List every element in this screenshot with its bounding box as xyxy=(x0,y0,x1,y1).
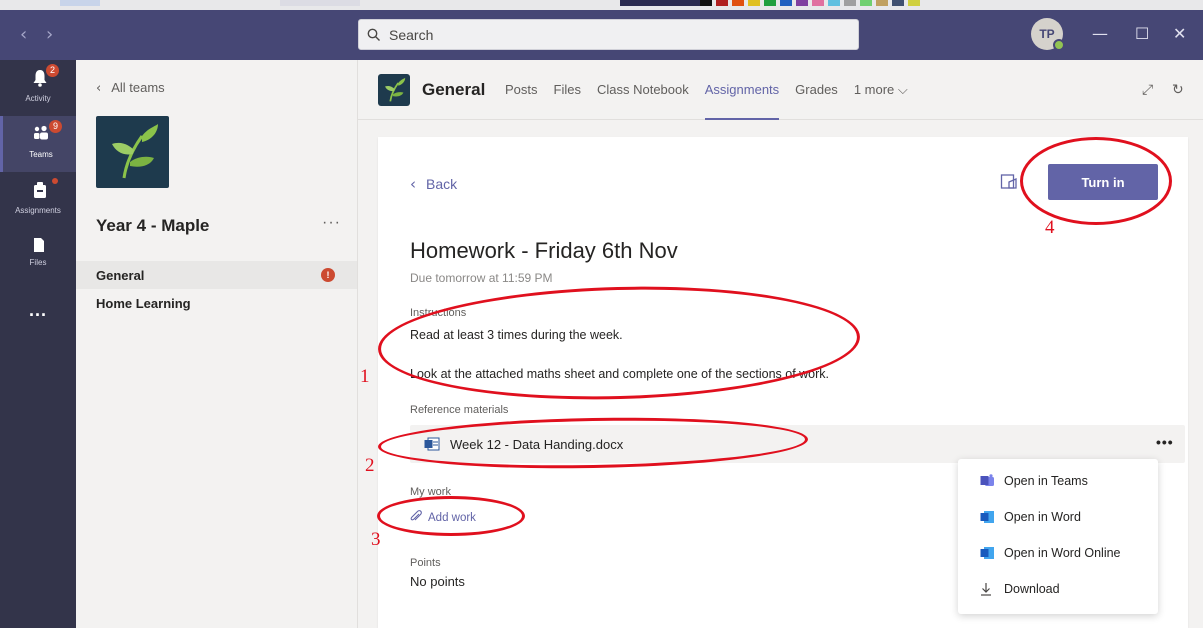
close-icon[interactable]: ✕ xyxy=(1173,24,1186,43)
back-button[interactable]: ‹ Back xyxy=(410,175,457,193)
search-placeholder: Search xyxy=(389,27,434,43)
all-teams-link[interactable]: ‹ All teams xyxy=(96,80,165,96)
channel-title: General xyxy=(422,80,486,99)
search-input[interactable]: Search xyxy=(358,19,859,50)
teams-badge: 9 xyxy=(49,120,62,133)
file-options-menu: Open in Teams Open in Word Open in Word … xyxy=(958,459,1158,614)
chevron-left-icon: ‹ xyxy=(96,81,102,96)
all-teams-label: All teams xyxy=(111,80,165,95)
points-label: Points xyxy=(410,557,441,569)
back-label: Back xyxy=(426,176,458,192)
tab-assignments[interactable]: Assignments xyxy=(704,82,780,120)
rail-label: Teams xyxy=(29,150,53,159)
team-name: Year 4 - Maple xyxy=(96,216,210,235)
refresh-icon[interactable]: ↻ xyxy=(1172,82,1184,98)
assignments-icon xyxy=(34,182,46,198)
leaf-icon xyxy=(112,124,158,179)
channel-home-learning[interactable]: Home Learning xyxy=(76,289,357,317)
back-arrow-icon[interactable]: ‹ xyxy=(20,24,27,45)
word-online-icon xyxy=(980,547,994,559)
channel-label: Home Learning xyxy=(96,296,191,311)
tab-files[interactable]: Files xyxy=(554,82,581,120)
due-date: Due tomorrow at 11:59 PM xyxy=(410,271,553,285)
menu-item-download[interactable]: Download xyxy=(958,571,1158,607)
annotation-number: 2 xyxy=(365,455,375,476)
annotation-number: 1 xyxy=(360,366,370,387)
menu-item-label: Download xyxy=(1004,582,1060,596)
rail-item-activity[interactable]: 2 Activity xyxy=(0,60,76,116)
rail-label: Activity xyxy=(25,94,51,103)
assignment-title: Homework - Friday 6th Nov xyxy=(410,238,678,263)
channel-header: General Posts Files Class Notebook Assig… xyxy=(358,60,1203,120)
menu-item-open-in-teams[interactable]: Open in Teams xyxy=(958,463,1158,499)
tab-grades[interactable]: Grades xyxy=(795,82,838,120)
download-icon xyxy=(981,583,991,596)
menu-item-label: Open in Word Online xyxy=(1004,546,1121,560)
word-app-icon xyxy=(980,511,994,523)
menu-item-label: Open in Word xyxy=(1004,510,1081,524)
tab-posts[interactable]: Posts xyxy=(505,82,538,120)
menu-item-open-in-word-online[interactable]: Open in Word Online xyxy=(958,535,1158,571)
channel-tabs: Posts Files Class Notebook Assignments G… xyxy=(505,82,924,120)
expand-icon[interactable]: ⤢ xyxy=(1142,82,1153,98)
rail-item-teams[interactable]: 9 Teams xyxy=(0,116,76,172)
team-sidebar: ‹ All teams Year 4 - Maple ··· General ! … xyxy=(76,60,358,628)
annotation-number: 4 xyxy=(1045,217,1055,238)
channel-general[interactable]: General ! xyxy=(76,261,357,289)
maximize-icon[interactable]: ☐ xyxy=(1135,24,1149,43)
rail-label: Files xyxy=(29,258,47,267)
rail-label: Assignments xyxy=(15,206,61,215)
user-avatar[interactable]: TP xyxy=(1031,18,1065,51)
menu-item-open-in-word[interactable]: Open in Word xyxy=(958,499,1158,535)
avatar-initials: TP xyxy=(1039,27,1055,41)
taskbar-strip xyxy=(0,0,1203,10)
minimize-icon[interactable]: — xyxy=(1092,24,1108,43)
rail-item-files[interactable]: Files xyxy=(0,228,76,284)
search-icon xyxy=(367,28,380,41)
tab-more[interactable]: 1 more ⌵ xyxy=(854,82,908,120)
annotation-circle-turn-in xyxy=(1020,137,1172,225)
channel-label: General xyxy=(96,268,145,283)
annotation-number: 3 xyxy=(371,529,381,550)
title-bar: ‹ › Search TP — ☐ ✕ xyxy=(0,10,1203,60)
points-value: No points xyxy=(410,574,465,589)
reference-materials-label: Reference materials xyxy=(410,404,509,416)
team-more-options[interactable]: ··· xyxy=(322,214,341,232)
more-options-icon[interactable]: ••• xyxy=(1156,434,1174,450)
alert-badge: ! xyxy=(321,268,335,282)
more-apps-button[interactable]: ... xyxy=(0,300,76,321)
app-rail: 2 Activity 9 Teams Assignments Files ... xyxy=(0,60,76,628)
tab-class-notebook[interactable]: Class Notebook xyxy=(597,82,689,120)
immersive-reader-icon[interactable] xyxy=(1000,173,1018,191)
activity-badge: 2 xyxy=(46,64,59,77)
presence-available-icon xyxy=(1053,39,1065,51)
files-icon xyxy=(34,238,44,252)
teams-app-icon xyxy=(980,474,994,486)
annotation-circle-add-work xyxy=(377,496,525,536)
rail-item-assignments[interactable]: Assignments xyxy=(0,172,76,228)
menu-item-label: Open in Teams xyxy=(1004,474,1088,488)
team-logo xyxy=(96,116,169,188)
channel-team-icon xyxy=(378,74,410,106)
forward-arrow-icon[interactable]: › xyxy=(46,24,53,45)
assignments-dot xyxy=(52,178,58,184)
bell-icon xyxy=(33,70,47,87)
leaf-icon xyxy=(385,77,406,102)
chevron-left-icon: ‹ xyxy=(410,175,416,193)
teams-icon xyxy=(34,125,48,140)
